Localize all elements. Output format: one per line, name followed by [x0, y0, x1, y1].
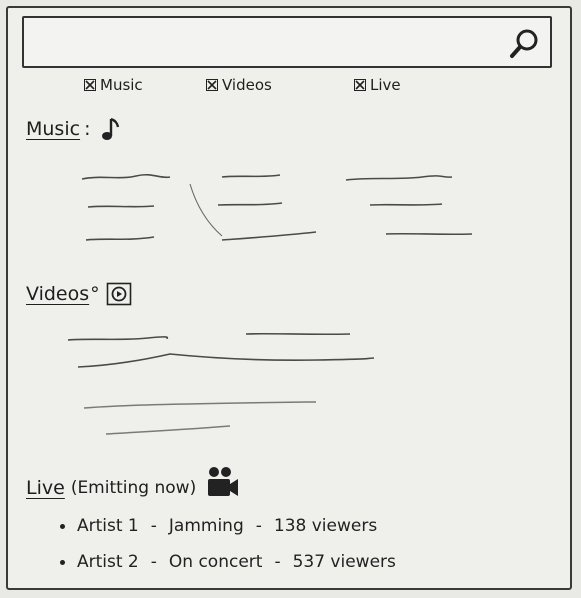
separator: -: [274, 552, 281, 572]
filter-checkboxes: Music Videos Live: [76, 76, 436, 102]
music-section-header: Music :: [26, 116, 122, 142]
bullet: [60, 559, 65, 565]
live-artist: Artist 2: [77, 552, 139, 572]
search-input[interactable]: [32, 28, 506, 58]
search-icon[interactable]: [506, 24, 544, 62]
checkbox-videos[interactable]: [206, 79, 218, 91]
live-activity: Jamming: [168, 516, 244, 536]
live-list: Artist 1 - Jamming - 138 viewers Artist …: [60, 508, 396, 580]
video-camera-icon: [208, 467, 239, 496]
checkbox-live[interactable]: [354, 79, 366, 91]
video-play-icon: [106, 282, 131, 306]
checkbox-music[interactable]: [84, 79, 96, 91]
videos-section-suffix: °: [90, 283, 100, 305]
live-artist: Artist 1: [77, 516, 139, 536]
filter-live[interactable]: Live: [354, 76, 401, 94]
filter-videos[interactable]: Videos: [206, 76, 272, 94]
separator: -: [255, 516, 262, 536]
list-item[interactable]: Artist 1 - Jamming - 138 viewers: [60, 508, 396, 544]
live-viewers: 537 viewers: [292, 552, 396, 572]
music-section-title: Music: [26, 118, 81, 140]
live-activity: On concert: [168, 552, 263, 572]
filter-music-label: Music: [100, 76, 143, 94]
live-section-subtitle: (Emitting now): [70, 478, 197, 498]
live-section-header: Live (Emitting now): [26, 467, 240, 502]
live-viewers: 138 viewers: [273, 516, 378, 536]
videos-section-title: Videos: [26, 283, 90, 305]
music-note-icon: [102, 117, 120, 140]
music-section-suffix: :: [84, 118, 91, 140]
filter-live-label: Live: [370, 76, 401, 94]
filter-music[interactable]: Music: [84, 76, 143, 94]
separator: -: [150, 552, 157, 572]
live-section-title: Live: [26, 477, 65, 499]
videos-section-header: Videos °: [26, 282, 132, 306]
videos-items-placeholder[interactable]: [60, 322, 390, 442]
list-item[interactable]: Artist 2 - On concert - 537 viewers: [60, 544, 396, 580]
filter-videos-label: Videos: [222, 76, 272, 94]
music-items-placeholder[interactable]: [70, 160, 490, 260]
bullet: [60, 523, 65, 529]
search-bar[interactable]: [22, 16, 552, 68]
separator: -: [150, 516, 157, 536]
